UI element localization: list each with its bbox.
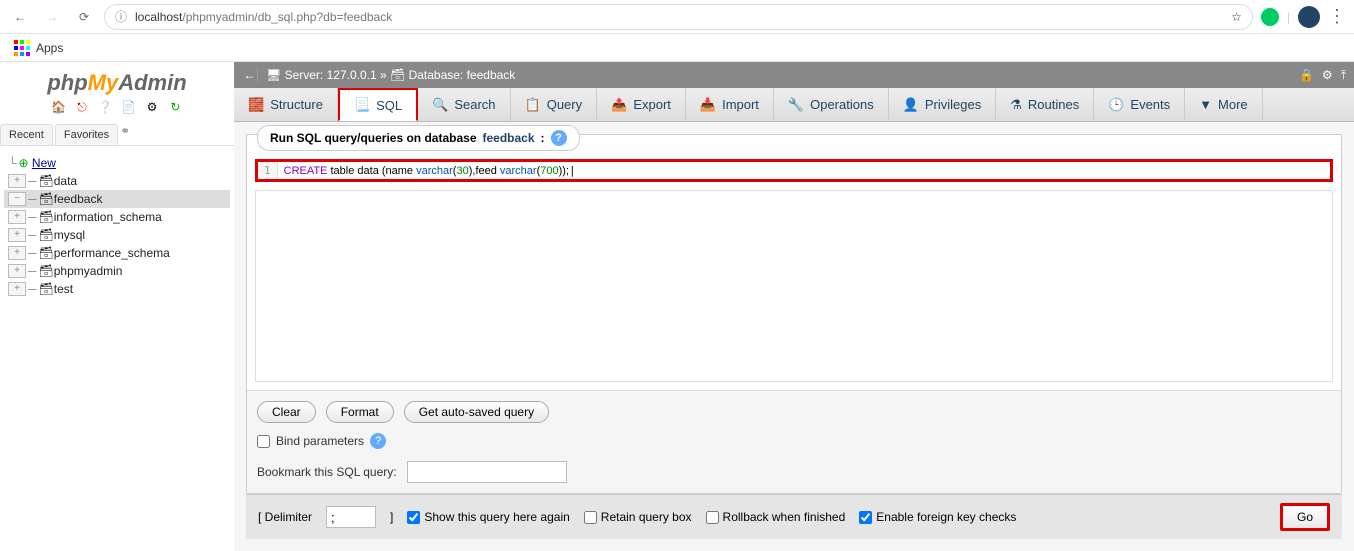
sql-editor-area[interactable]: [255, 190, 1333, 382]
format-button[interactable]: Format: [326, 401, 394, 423]
code-line[interactable]: CREATE table data (name varchar(30),feed…: [278, 162, 582, 179]
show-again-label: Show this query here again: [424, 510, 569, 524]
sql-editor[interactable]: 1 CREATE table data (name varchar(30),fe…: [255, 159, 1333, 182]
delimiter-label-open: [ Delimiter: [258, 510, 312, 524]
bottom-bar: [ Delimiter ] Show this query here again…: [246, 494, 1342, 539]
sidebar-quick-icons: 🏠 ⎋ ❔ 📄 ⚙ ↻: [0, 96, 234, 120]
help-icon[interactable]: ?: [551, 130, 567, 146]
tab-export[interactable]: 📤Export: [597, 88, 686, 121]
retain-label: Retain query box: [601, 510, 692, 524]
gear-icon[interactable]: ⚙: [144, 100, 160, 116]
delimiter-label-close: ]: [390, 510, 393, 524]
back-button[interactable]: ←: [8, 5, 32, 29]
bookmark-label: Bookmark this SQL query:: [257, 465, 397, 479]
operations-icon: 🔧: [788, 97, 804, 113]
url-host: localhost/phpmyadmin/db_sql.php?db=feedb…: [135, 10, 392, 24]
database-icon: 🗃: [390, 68, 405, 82]
tab-events[interactable]: 🕒Events: [1094, 88, 1185, 121]
line-gutter: 1: [258, 162, 278, 179]
autosave-button[interactable]: Get auto-saved query: [404, 401, 549, 423]
home-icon[interactable]: 🏠: [51, 100, 67, 116]
show-again-checkbox[interactable]: [407, 511, 420, 524]
tab-search[interactable]: 🔍Search: [418, 88, 510, 121]
tab-more[interactable]: ▼More: [1185, 88, 1263, 121]
export-icon: 📤: [611, 97, 627, 113]
tree-item-phpmyadmin[interactable]: +─🗃 phpmyadmin: [4, 262, 230, 280]
tree-item-feedback[interactable]: −─🗃 feedback: [4, 190, 230, 208]
delimiter-input[interactable]: [326, 506, 376, 528]
fk-checkbox[interactable]: [859, 511, 872, 524]
tree-item-data[interactable]: +─🗃 data: [4, 172, 230, 190]
tree-item-information-schema[interactable]: +─🗃 information_schema: [4, 208, 230, 226]
tree-item-performance-schema[interactable]: +─🗃 performance_schema: [4, 244, 230, 262]
tab-structure[interactable]: 🧱Structure: [234, 88, 338, 121]
tab-sql[interactable]: 📃SQL: [338, 88, 418, 121]
go-button[interactable]: Go: [1280, 503, 1330, 531]
profile-avatar[interactable]: [1298, 6, 1320, 28]
reload-button[interactable]: ⟳: [72, 5, 96, 29]
collapse-sidebar-icon[interactable]: ←: [242, 68, 258, 82]
events-icon: 🕒: [1108, 97, 1124, 113]
link-icon: ⚭: [120, 124, 130, 145]
info-icon: ⓘ: [115, 8, 127, 25]
panel-header: Run SQL query/queries on database feedba…: [257, 125, 580, 151]
retain-checkbox[interactable]: [584, 511, 597, 524]
help-icon-bind[interactable]: ?: [370, 433, 386, 449]
breadcrumb-database[interactable]: Database: feedback: [409, 68, 516, 82]
tab-operations[interactable]: 🔧Operations: [774, 88, 889, 121]
tab-recent[interactable]: Recent: [0, 124, 53, 145]
rollback-label: Rollback when finished: [723, 510, 846, 524]
breadcrumb: ← 🖥 Server: 127.0.0.1 » 🗃 Database: feed…: [234, 62, 1354, 88]
url-bar[interactable]: ⓘ localhost/phpmyadmin/db_sql.php?db=fee…: [104, 4, 1253, 30]
sidebar: phpMyAdmin 🏠 ⎋ ❔ 📄 ⚙ ↻ Recent Favorites …: [0, 62, 234, 551]
bind-params-checkbox[interactable]: [257, 435, 270, 448]
apps-icon: [14, 40, 30, 56]
query-icon: 📋: [525, 97, 541, 113]
tab-privileges[interactable]: 👤Privileges: [889, 88, 997, 121]
tree-new[interactable]: └⊕ New: [4, 154, 230, 172]
exit-icon[interactable]: ⎋: [74, 100, 90, 116]
up-icon[interactable]: ⤒: [1341, 68, 1346, 83]
tree-item-test[interactable]: +─🗃 test: [4, 280, 230, 298]
search-icon: 🔍: [432, 97, 448, 113]
database-tree: └⊕ New +─🗃 data −─🗃 feedback +─🗃 informa…: [0, 146, 234, 306]
clear-button[interactable]: Clear: [257, 401, 316, 423]
privileges-icon: 👤: [903, 97, 919, 113]
tree-item-mysql[interactable]: +─🗃 mysql: [4, 226, 230, 244]
tab-routines[interactable]: ⚗Routines: [996, 88, 1094, 121]
star-icon[interactable]: ☆: [1231, 10, 1242, 24]
bind-params-label: Bind parameters: [276, 434, 364, 448]
tab-import[interactable]: 📥Import: [686, 88, 774, 121]
breadcrumb-server[interactable]: Server: 127.0.0.1: [285, 68, 377, 82]
structure-icon: 🧱: [248, 97, 264, 113]
tab-query[interactable]: 📋Query: [511, 88, 598, 121]
panel-db-link[interactable]: feedback: [483, 131, 535, 145]
forward-button[interactable]: →: [40, 5, 64, 29]
sql-icon[interactable]: 📄: [121, 100, 137, 116]
routines-icon: ⚗: [1010, 97, 1022, 113]
settings-icon[interactable]: ⚙: [1322, 68, 1333, 83]
phpmyadmin-logo[interactable]: phpMyAdmin: [0, 70, 234, 96]
lock-icon[interactable]: 🔒: [1299, 68, 1314, 83]
browser-menu-icon[interactable]: ⋮: [1328, 6, 1346, 27]
reload-icon[interactable]: ↻: [167, 100, 183, 116]
apps-bookmark[interactable]: Apps: [8, 38, 69, 58]
chevron-down-icon: ▼: [1199, 97, 1212, 112]
sql-tab-icon: 📃: [354, 97, 370, 113]
tab-favorites[interactable]: Favorites: [55, 124, 118, 145]
docs-icon[interactable]: ❔: [97, 100, 113, 116]
tabs-bar: 🧱Structure 📃SQL 🔍Search 📋Query 📤Export 📥…: [234, 88, 1354, 122]
fk-label: Enable foreign key checks: [876, 510, 1016, 524]
rollback-checkbox[interactable]: [706, 511, 719, 524]
bookmark-input[interactable]: [407, 461, 567, 483]
grammarly-icon[interactable]: [1261, 8, 1279, 26]
import-icon: 📥: [700, 97, 716, 113]
server-icon: 🖥: [266, 68, 281, 82]
